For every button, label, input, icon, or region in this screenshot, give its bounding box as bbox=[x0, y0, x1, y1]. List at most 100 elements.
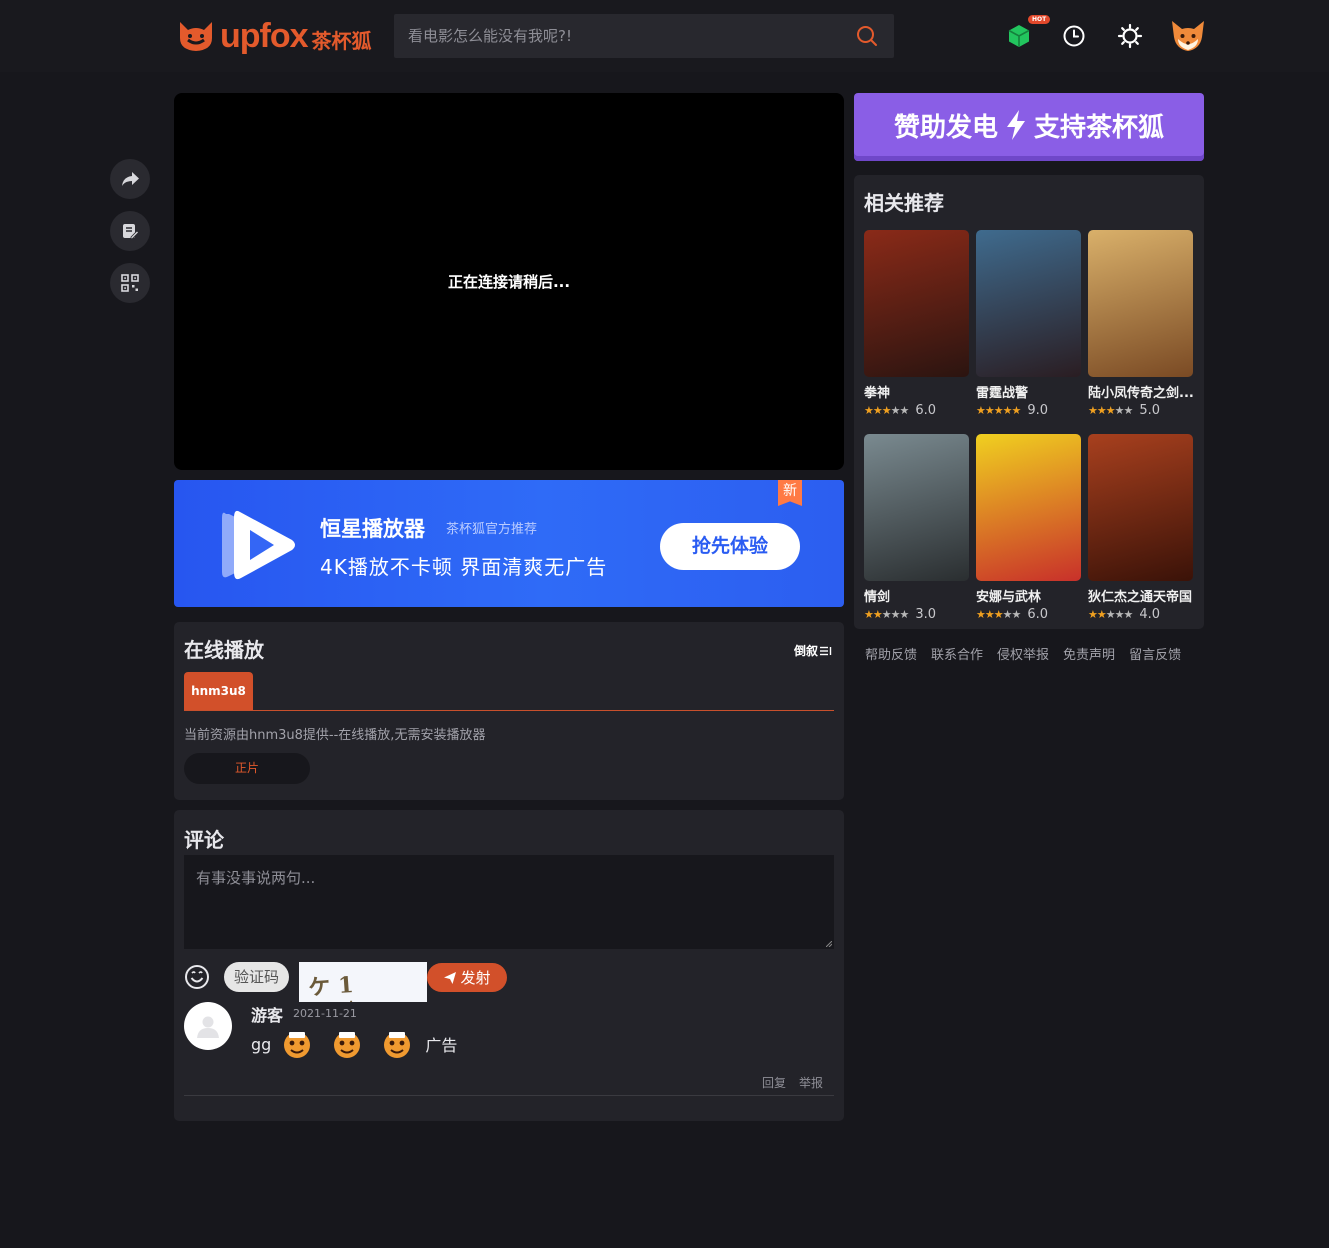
share-button[interactable] bbox=[110, 159, 150, 199]
try-now-button[interactable]: 抢先体验 bbox=[660, 523, 800, 570]
captcha-image[interactable]: ケ1 ⁂⁂ bbox=[299, 962, 427, 1002]
star-icon: ★ bbox=[864, 403, 874, 417]
submit-comment-button[interactable]: 发射 bbox=[427, 963, 507, 992]
related-title: 相关推荐 bbox=[864, 191, 944, 215]
emoji-icon[interactable] bbox=[184, 964, 210, 990]
sponsor-button[interactable]: 赞助发电 支持茶杯狐 bbox=[854, 93, 1204, 161]
banner-app-name: 恒星播放器 bbox=[320, 517, 425, 541]
footer-link[interactable]: 联系合作 bbox=[931, 644, 983, 663]
rating-score: 6.0 bbox=[1027, 606, 1049, 622]
search-input[interactable] bbox=[394, 14, 844, 58]
star-icon: ★ bbox=[872, 403, 883, 417]
comment-username: 游客 bbox=[251, 1006, 284, 1025]
movie-poster[interactable] bbox=[1088, 434, 1193, 581]
movie-title[interactable]: 狄仁杰之通天帝国 bbox=[1088, 586, 1196, 605]
star-icon: ★ bbox=[890, 607, 901, 621]
movie-poster[interactable] bbox=[976, 434, 1081, 581]
movie-poster[interactable] bbox=[976, 230, 1081, 377]
rating-score: 3.0 bbox=[915, 606, 937, 622]
movie-title[interactable]: 陆小凤传奇之剑... bbox=[1088, 382, 1196, 401]
site-logo[interactable]: upfox 茶杯狐 bbox=[174, 14, 372, 58]
report-button[interactable] bbox=[110, 211, 150, 251]
play-app-icon bbox=[222, 510, 295, 580]
comment-body: gg 广告 bbox=[251, 1027, 457, 1061]
star-icon: ★ bbox=[993, 607, 1004, 621]
movie-title[interactable]: 情剑 bbox=[864, 586, 972, 605]
star-icon: ★ bbox=[976, 607, 986, 621]
rating-stars: ★★★★★ bbox=[1088, 607, 1133, 621]
promo-banner[interactable]: 新 恒星播放器 茶杯狐官方推荐 4K播放不卡顿 界面清爽无广告 抢先体验 bbox=[174, 480, 844, 607]
rating-score: 6.0 bbox=[915, 402, 937, 418]
movie-title[interactable]: 拳神 bbox=[864, 382, 972, 401]
footer-link[interactable]: 免责声明 bbox=[1063, 644, 1115, 663]
movie-poster[interactable] bbox=[864, 434, 969, 581]
rating-stars: ★★★★★ bbox=[864, 607, 909, 621]
star-icon: ★ bbox=[899, 403, 910, 417]
star-icon: ★ bbox=[1002, 607, 1013, 621]
comments-panel: 评论 验证码 ケ1 ⁂⁂ 发射 游客 2021-11-21 gg bbox=[174, 810, 844, 1121]
comment-trailing-text: 广告 bbox=[425, 1036, 458, 1055]
paper-plane-icon bbox=[444, 971, 457, 984]
star-icon: ★ bbox=[1088, 607, 1098, 621]
sponsor-text-right: 支持茶杯狐 bbox=[1034, 112, 1165, 143]
player-status: 正在连接请稍后... bbox=[447, 273, 571, 291]
rating-stars: ★★★★★ bbox=[1088, 403, 1133, 417]
search-icon[interactable] bbox=[856, 25, 878, 47]
movie-title[interactable]: 安娜与武林 bbox=[976, 586, 1084, 605]
rating-stars: ★★★★★ bbox=[976, 403, 1021, 417]
movie-title[interactable]: 雷霆战警 bbox=[976, 382, 1084, 401]
star-icon: ★ bbox=[984, 403, 995, 417]
history-button[interactable] bbox=[1056, 18, 1092, 54]
movie-rating: ★★★★★ 6.0 bbox=[864, 402, 937, 418]
qrcode-button[interactable] bbox=[110, 263, 150, 303]
footer-link[interactable]: 帮助反馈 bbox=[865, 644, 917, 663]
episode-button[interactable]: 正片 bbox=[184, 753, 310, 784]
reply-link[interactable]: 回复 bbox=[762, 1074, 786, 1091]
clock-icon bbox=[1063, 25, 1085, 47]
source-tab-hnm3u8[interactable]: hnm3u8 bbox=[184, 672, 253, 710]
footer-link[interactable]: 侵权举报 bbox=[997, 644, 1049, 663]
sort-toggle[interactable]: 倒叙 bbox=[794, 642, 832, 659]
theme-toggle-button[interactable] bbox=[1112, 18, 1148, 54]
logo-cn: 茶杯狐 bbox=[311, 28, 372, 53]
header: upfox 茶杯狐 HOT bbox=[0, 0, 1329, 72]
star-icon: ★ bbox=[890, 403, 901, 417]
star-icon: ★ bbox=[881, 607, 892, 621]
tiger-sticker-icon bbox=[284, 1032, 311, 1058]
star-icon: ★ bbox=[984, 607, 995, 621]
note-edit-icon bbox=[123, 224, 139, 240]
resize-handle-icon[interactable] bbox=[826, 941, 832, 947]
sun-icon bbox=[1117, 23, 1143, 49]
tiger-sticker-icon bbox=[334, 1032, 361, 1058]
star-icon: ★ bbox=[1096, 607, 1107, 621]
video-player[interactable]: 正在连接请稍后... bbox=[174, 93, 844, 470]
cube-icon bbox=[1008, 25, 1030, 47]
star-icon: ★ bbox=[1011, 607, 1022, 621]
comment-input[interactable] bbox=[184, 855, 834, 949]
sort-list-icon bbox=[820, 646, 832, 655]
report-link[interactable]: 举报 bbox=[799, 1074, 823, 1091]
commenter-avatar bbox=[184, 1002, 232, 1050]
star-icon: ★ bbox=[1096, 403, 1107, 417]
banner-slogan: 4K播放不卡顿 界面清爽无广告 bbox=[320, 555, 608, 579]
movie-rating: ★★★★★ 5.0 bbox=[1088, 402, 1161, 418]
fox-logo-icon bbox=[180, 22, 212, 51]
online-play-title: 在线播放 bbox=[184, 638, 264, 662]
banner-tagline: 茶杯狐官方推荐 bbox=[446, 522, 538, 537]
star-icon: ★ bbox=[1105, 403, 1116, 417]
share-arrow-icon bbox=[122, 172, 139, 186]
movie-rating: ★★★★★ 6.0 bbox=[976, 606, 1049, 622]
comments-title: 评论 bbox=[184, 828, 224, 852]
captcha-label: 验证码 bbox=[224, 962, 289, 992]
search-bar bbox=[394, 14, 894, 58]
user-silhouette-icon bbox=[197, 1016, 219, 1038]
footer-link[interactable]: 留言反馈 bbox=[1129, 644, 1181, 663]
movie-poster[interactable] bbox=[1088, 230, 1193, 377]
comment-text: gg bbox=[251, 1034, 272, 1054]
rating-stars: ★★★★★ bbox=[864, 403, 910, 417]
user-avatar[interactable] bbox=[1170, 18, 1206, 54]
movie-poster[interactable] bbox=[864, 230, 969, 377]
comment-divider bbox=[184, 1095, 834, 1096]
tiger-sticker-icon bbox=[384, 1032, 411, 1058]
rating-score: 5.0 bbox=[1139, 402, 1161, 418]
